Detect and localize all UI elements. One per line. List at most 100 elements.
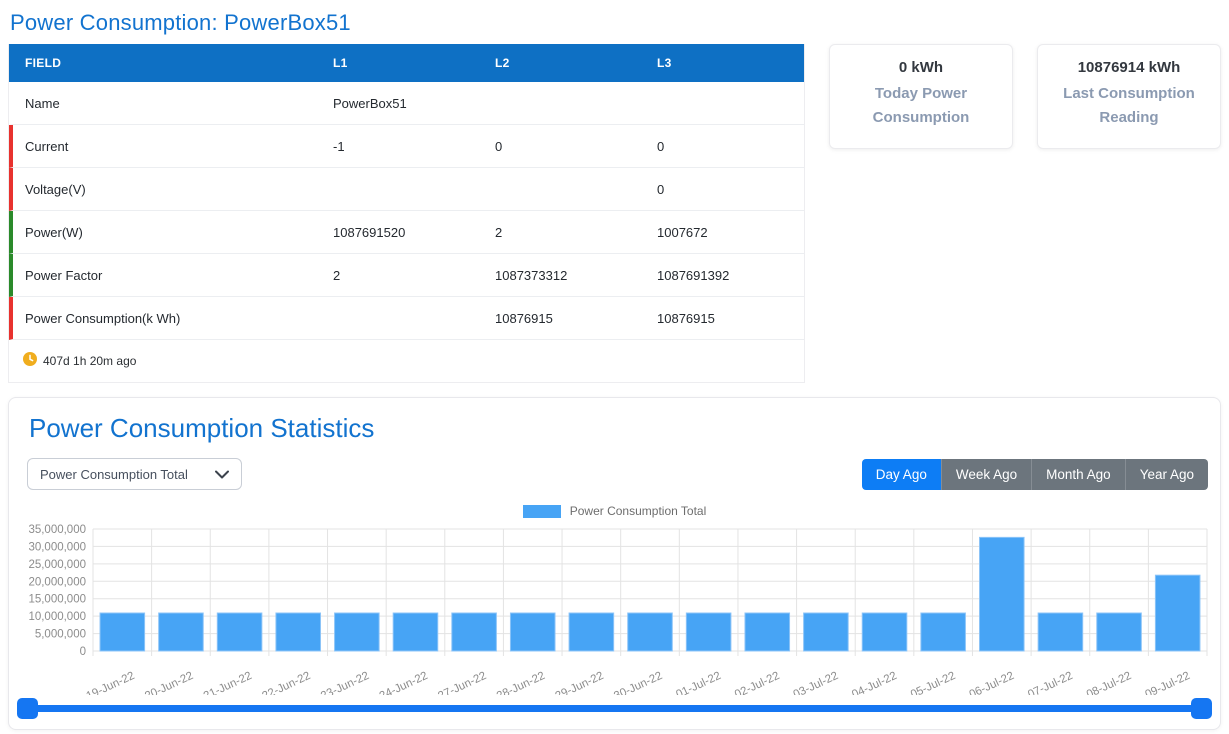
dashboard-page: Power Consumption: PowerBox51 FIELDL1L2L…: [0, 0, 1229, 734]
stat-label: Today Power Consumption: [842, 82, 1000, 130]
table-cell: 1007672: [657, 225, 804, 240]
x-tick-label: 27-Jun-22: [436, 670, 488, 695]
table-cell: 10876915: [657, 311, 804, 326]
table-row: Power Factor210873733121087691392: [9, 254, 804, 297]
chevron-down-icon: [215, 470, 229, 479]
x-tick-label: 07-Jul-22: [1026, 670, 1075, 695]
table-row: Current-100: [9, 125, 804, 168]
chart-bar[interactable]: [804, 613, 849, 651]
chart-legend[interactable]: Power Consumption Total: [9, 504, 1220, 518]
x-tick-label: 02-Jul-22: [733, 670, 782, 695]
table-cell: PowerBox51: [333, 96, 495, 111]
top-row: FIELDL1L2L3 NamePowerBox51Current-100Vol…: [8, 44, 1221, 383]
table-cell: Power(W): [13, 225, 333, 240]
stat-card-last-reading: 10876914 kWh Last Consumption Reading: [1037, 44, 1221, 149]
legend-swatch: [523, 505, 561, 518]
x-tick-label: 30-Jun-22: [612, 670, 664, 695]
table-cell: 2: [333, 268, 495, 283]
range-button-day-ago[interactable]: Day Ago: [862, 459, 941, 490]
chart-range-slider[interactable]: [17, 698, 1212, 719]
slider-track[interactable]: [21, 705, 1208, 712]
chart-bar[interactable]: [569, 613, 614, 651]
chart-bar[interactable]: [862, 613, 907, 651]
table-cell: 0: [657, 182, 804, 197]
table-row: Power(W)108769152021007672: [9, 211, 804, 254]
x-tick-label: 06-Jul-22: [968, 670, 1017, 695]
slider-handle-left[interactable]: [17, 698, 38, 719]
table-cell: Voltage(V): [13, 182, 333, 197]
device-table: FIELDL1L2L3 NamePowerBox51Current-100Vol…: [8, 44, 805, 383]
table-row: Power Consumption(k Wh)1087691510876915: [9, 297, 804, 340]
table-row: NamePowerBox51: [9, 82, 804, 125]
x-tick-label: 01-Jul-22: [674, 670, 723, 695]
column-header: L1: [333, 56, 495, 70]
y-tick-label: 10,000,000: [28, 611, 86, 623]
chart-bar[interactable]: [1155, 575, 1200, 651]
y-tick-label: 5,000,000: [35, 629, 86, 641]
chart-bar[interactable]: [686, 613, 731, 651]
table-cell: Power Consumption(k Wh): [13, 311, 333, 326]
table-cell: 0: [495, 139, 657, 154]
x-tick-label: 21-Jun-22: [202, 670, 254, 695]
table-cell: 1087691392: [657, 268, 804, 283]
table-cell: -1: [333, 139, 495, 154]
stat-value: 10876914 kWh: [1050, 59, 1208, 76]
range-button-group: Day AgoWeek AgoMonth AgoYear Ago: [862, 459, 1208, 490]
clock-icon: [23, 352, 37, 371]
x-tick-label: 03-Jul-22: [792, 670, 841, 695]
legend-label: Power Consumption Total: [570, 504, 707, 518]
y-tick-label: 30,000,000: [28, 541, 86, 553]
chart-bar[interactable]: [335, 613, 380, 651]
chart-bar[interactable]: [980, 537, 1025, 651]
x-tick-label: 05-Jul-22: [909, 670, 958, 695]
last-updated-text: 407d 1h 20m ago: [43, 354, 136, 368]
chart-bar[interactable]: [745, 613, 790, 651]
x-tick-label: 28-Jun-22: [495, 670, 547, 695]
chart-bar[interactable]: [628, 613, 673, 651]
chart-bar[interactable]: [100, 613, 145, 651]
x-tick-label: 23-Jun-22: [319, 670, 371, 695]
device-table-header: FIELDL1L2L3: [9, 44, 804, 82]
y-tick-label: 0: [80, 646, 86, 658]
chart-bar[interactable]: [276, 613, 321, 651]
chart-bar[interactable]: [921, 613, 966, 651]
stat-label: Last Consumption Reading: [1050, 82, 1208, 130]
chart-controls: Power Consumption Total Day AgoWeek AgoM…: [27, 458, 1208, 490]
range-button-year-ago[interactable]: Year Ago: [1125, 459, 1208, 490]
table-row: Voltage(V) 0: [9, 168, 804, 211]
table-cell: Name: [13, 96, 333, 111]
metric-select[interactable]: Power Consumption Total: [27, 458, 242, 490]
chart-bar[interactable]: [159, 613, 204, 651]
chart-bar[interactable]: [452, 613, 497, 651]
chart-bar[interactable]: [1038, 613, 1083, 651]
y-tick-label: 35,000,000: [28, 524, 86, 536]
table-cell: Power Factor: [13, 268, 333, 283]
table-cell: 2: [495, 225, 657, 240]
stat-value: 0 kWh: [842, 59, 1000, 76]
device-table-body: NamePowerBox51Current-100Voltage(V)0Powe…: [9, 82, 804, 340]
y-tick-label: 20,000,000: [28, 576, 86, 588]
chart-bar[interactable]: [510, 613, 555, 651]
table-cell: 1087373312: [495, 268, 657, 283]
x-tick-label: 22-Jun-22: [260, 670, 312, 695]
column-header: FIELD: [9, 56, 333, 70]
statistics-title: Power Consumption Statistics: [29, 413, 1220, 444]
slider-handle-right[interactable]: [1191, 698, 1212, 719]
x-tick-label: 09-Jul-22: [1143, 670, 1192, 695]
range-button-week-ago[interactable]: Week Ago: [941, 459, 1031, 490]
x-tick-label: 08-Jul-22: [1085, 670, 1134, 695]
x-tick-label: 20-Jun-22: [143, 670, 195, 695]
range-button-month-ago[interactable]: Month Ago: [1031, 459, 1125, 490]
x-tick-label: 29-Jun-22: [554, 670, 606, 695]
x-tick-label: 19-Jun-22: [85, 670, 137, 695]
chart-bar[interactable]: [217, 613, 262, 651]
statistics-panel: Power Consumption Statistics Power Consu…: [8, 397, 1221, 730]
column-header: L2: [495, 56, 657, 70]
chart-bar[interactable]: [393, 613, 438, 651]
stat-card-today: 0 kWh Today Power Consumption: [829, 44, 1013, 149]
chart-bar[interactable]: [1097, 613, 1142, 651]
stat-cards: 0 kWh Today Power Consumption 10876914 k…: [829, 44, 1221, 149]
table-cell: 0: [657, 139, 804, 154]
x-tick-label: 04-Jul-22: [850, 670, 899, 695]
page-title: Power Consumption: PowerBox51: [10, 10, 1221, 36]
